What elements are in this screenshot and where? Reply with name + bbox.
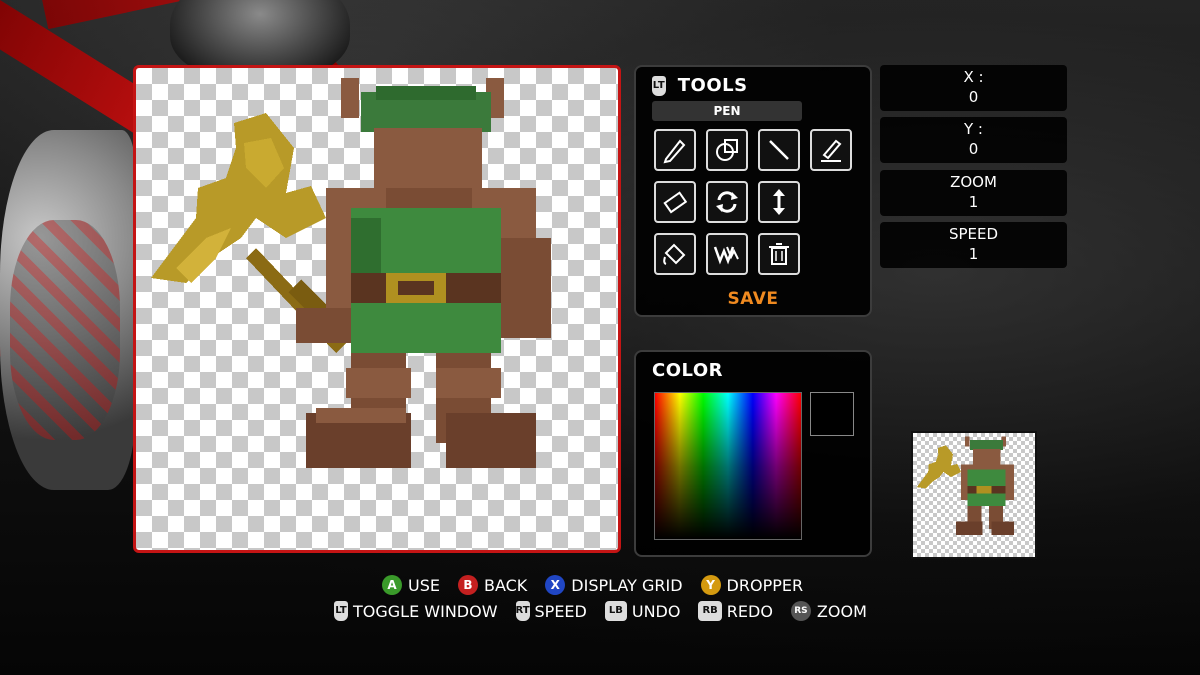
current-tool-label: PEN xyxy=(652,101,802,121)
b-button-icon: B xyxy=(457,575,478,595)
speed-label: SPEED xyxy=(948,225,999,243)
rt-trigger-icon: RT xyxy=(515,601,530,621)
dwarf-preview-art xyxy=(916,436,1015,536)
zoom-label: ZOOM xyxy=(950,173,997,191)
wwe-logo-tool-button[interactable] xyxy=(706,233,748,275)
lb-bumper-icon: LB xyxy=(604,601,627,621)
shape-tool-button[interactable] xyxy=(706,129,748,171)
hint-speed: RT SPEED xyxy=(515,601,587,621)
y-button-icon: Y xyxy=(700,575,721,595)
brush-tool-icon xyxy=(821,139,842,162)
preview-thumbnail xyxy=(911,431,1037,559)
rotate-tool-button[interactable] xyxy=(706,181,748,223)
y-value: 0 xyxy=(968,140,979,158)
wwe-logo-tool-icon xyxy=(713,246,739,265)
hint-label: REDO xyxy=(726,601,773,621)
controls-row-2: LT TOGGLE WINDOW RT SPEED LB UNDO RB RED… xyxy=(334,601,885,621)
wrestler-tattoo-image xyxy=(10,220,120,440)
flip-vertical-tool-button[interactable] xyxy=(758,181,800,223)
hint-label: USE xyxy=(408,575,440,595)
color-panel: COLOR xyxy=(634,350,872,557)
line-tool-icon xyxy=(769,140,789,160)
hint-label: UNDO xyxy=(631,601,681,621)
x-button-icon: X xyxy=(545,575,566,595)
dwarf-pixel-art xyxy=(151,78,551,468)
drawing-canvas[interactable] xyxy=(133,65,621,553)
hint-label: DISPLAY GRID xyxy=(571,575,683,595)
shape-tool-icon xyxy=(716,139,738,161)
controls-row-1: A USE B BACK X DISPLAY GRID Y DROPPER xyxy=(382,575,821,595)
a-button-icon: A xyxy=(382,575,402,595)
trash-tool-icon xyxy=(769,243,789,265)
x-value: 0 xyxy=(968,88,979,106)
lt-trigger-icon: LT xyxy=(652,76,666,96)
x-label: X : xyxy=(963,68,984,86)
hint-label: ZOOM xyxy=(816,601,867,621)
rb-bumper-icon: RB xyxy=(698,601,722,621)
fill-bucket-tool-icon xyxy=(663,243,686,265)
speed-value: 1 xyxy=(968,245,979,263)
rs-stick-icon: RS xyxy=(790,601,811,621)
hint-redo: RB REDO xyxy=(698,601,773,621)
x-coordinate-box: X : 0 xyxy=(880,65,1067,111)
hint-back: B BACK xyxy=(457,575,528,595)
rotate-tool-icon xyxy=(716,191,738,213)
hint-label: DROPPER xyxy=(726,575,804,595)
tools-panel: LT TOOLS PEN SAVE xyxy=(634,65,872,317)
pencil-tool-button[interactable] xyxy=(654,129,696,171)
tools-title-row: LT TOOLS xyxy=(652,75,748,96)
zoom-value: 1 xyxy=(968,193,979,211)
eraser-tool-icon xyxy=(663,191,688,214)
zoom-box: ZOOM 1 xyxy=(880,170,1067,216)
hint-toggle-window: LT TOGGLE WINDOW xyxy=(334,601,498,621)
hint-zoom: RS ZOOM xyxy=(790,601,867,621)
brush-tool-button[interactable] xyxy=(810,129,852,171)
save-button[interactable]: SAVE xyxy=(636,289,870,309)
color-title: COLOR xyxy=(652,360,724,381)
lt-trigger-icon: LT xyxy=(334,601,348,621)
hint-undo: LB UNDO xyxy=(604,601,681,621)
y-coordinate-box: Y : 0 xyxy=(880,117,1067,163)
hint-dropper: Y DROPPER xyxy=(700,575,804,595)
color-spectrum-picker[interactable] xyxy=(654,392,802,540)
hint-display-grid: X DISPLAY GRID xyxy=(545,575,683,595)
hint-use: A USE xyxy=(382,575,440,595)
eraser-tool-button[interactable] xyxy=(654,181,696,223)
line-tool-button[interactable] xyxy=(758,129,800,171)
pencil-tool-icon xyxy=(663,139,686,164)
speed-box: SPEED 1 xyxy=(880,222,1067,268)
y-label: Y : xyxy=(964,120,983,138)
trash-tool-button[interactable] xyxy=(758,233,800,275)
flip-vertical-tool-icon xyxy=(773,189,785,215)
selected-color-swatch xyxy=(810,392,854,436)
hint-label: BACK xyxy=(483,575,528,595)
tools-title: TOOLS xyxy=(677,75,748,96)
hint-label: TOGGLE WINDOW xyxy=(353,601,498,621)
fill-bucket-tool-button[interactable] xyxy=(654,233,696,275)
hint-label: SPEED xyxy=(534,601,587,621)
